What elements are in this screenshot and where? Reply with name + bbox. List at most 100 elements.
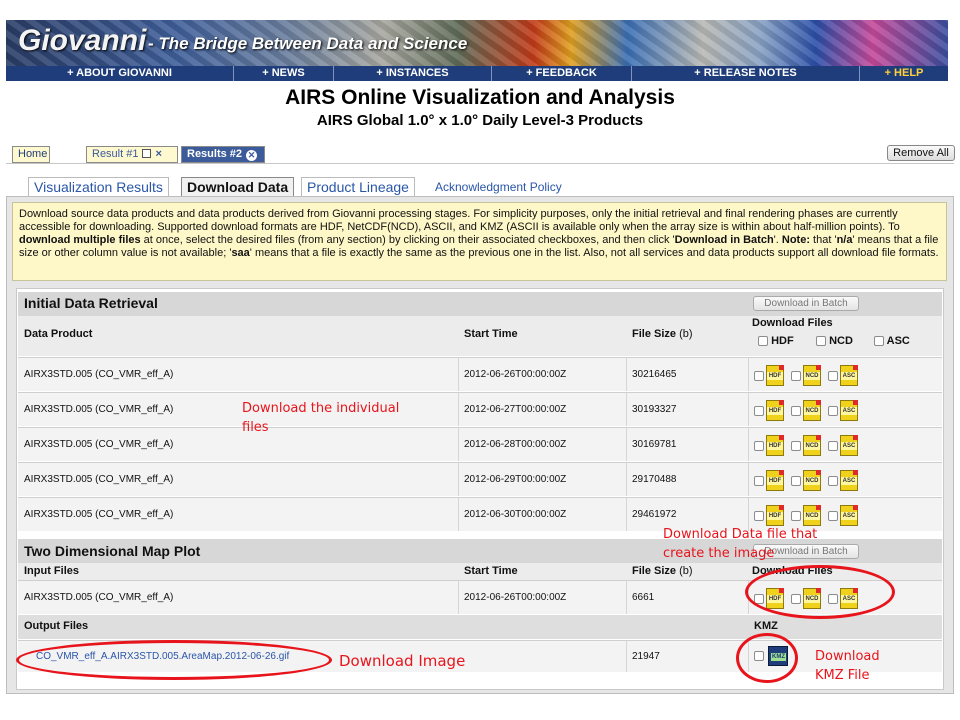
checkbox-ncd[interactable] (791, 510, 801, 521)
highlight-ellipse (736, 633, 798, 683)
checkbox-ncd[interactable] (791, 405, 801, 416)
section-title: Two Dimensional Map Plot (24, 543, 201, 559)
nav-feedback[interactable]: + FEEDBACK (492, 66, 632, 81)
hdf-file-icon[interactable]: HDF (766, 470, 784, 491)
checkbox-asc[interactable] (828, 510, 838, 521)
asc-file-icon[interactable]: ASC (840, 400, 858, 421)
nav-help[interactable]: + HELP (860, 66, 948, 81)
row-file-size: 30169781 (632, 439, 677, 450)
ncd-file-icon[interactable]: NCD (803, 435, 821, 456)
row-download-options: HDF NCD ASC (754, 435, 865, 457)
col-start-time: Start Time (464, 565, 518, 577)
tab-result-2-label: Results #2 (187, 148, 243, 160)
notice-bold: Note: (781, 234, 810, 246)
notice-text: '. (773, 234, 782, 246)
row-product: AIRX3STD.005 (CO_VMR_eff_A) (24, 474, 174, 485)
ncd-label: NCD (829, 335, 853, 347)
row-start-time: 2012-06-27T00:00:00Z (464, 404, 567, 415)
checkbox-asc[interactable] (828, 370, 838, 381)
tab-result-1[interactable]: Result #1 × (86, 146, 178, 163)
tab-download-data[interactable]: Download Data (181, 177, 295, 197)
download-notice: Download source data products and data p… (12, 202, 947, 281)
table-row: AIRX3STD.005 (CO_VMR_eff_A) 2012-06-28T0… (18, 427, 942, 461)
row-start-time: 2012-06-26T00:00:00Z (464, 592, 567, 603)
table-row: AIRX3STD.005 (CO_VMR_eff_A) 2012-06-26T0… (18, 357, 942, 391)
row-product: AIRX3STD.005 (CO_VMR_eff_A) (24, 404, 174, 415)
hdf-file-icon[interactable]: HDF (766, 435, 784, 456)
tab-result-2[interactable]: Results #2 ✕ (181, 146, 265, 163)
highlight-ellipse (16, 640, 332, 680)
select-all-ncd[interactable]: NCD (816, 335, 853, 347)
tab-home[interactable]: Home (12, 146, 50, 163)
section-initial-data-retrieval: Initial Data Retrieval Download in Batch (18, 292, 942, 316)
nav-news[interactable]: + NEWS (234, 66, 334, 81)
close-icon[interactable]: × (155, 148, 161, 160)
link-acknowledgment-policy[interactable]: Acknowledgment Policy (435, 180, 562, 194)
checkbox[interactable] (816, 336, 826, 347)
checkbox-hdf[interactable] (754, 440, 764, 451)
notice-text: Download source data products and data p… (19, 208, 900, 233)
ncd-file-icon[interactable]: NCD (803, 365, 821, 386)
col-file-size-unit: (b) (679, 565, 693, 577)
asc-file-icon[interactable]: ASC (840, 365, 858, 386)
checkbox-hdf[interactable] (754, 475, 764, 486)
remove-all-button[interactable]: Remove All (887, 145, 955, 161)
col-file-size-unit: (b) (679, 328, 693, 340)
close-circle-icon[interactable]: ✕ (246, 150, 258, 161)
tab-home-label: Home (18, 148, 48, 160)
ncd-file-icon[interactable]: NCD (803, 505, 821, 526)
col-output-files: Output Files (24, 620, 89, 632)
checkbox-ncd[interactable] (791, 370, 801, 381)
row-product: AIRX3STD.005 (CO_VMR_eff_A) (24, 439, 174, 450)
annotation-individual-files: Download the individual files (242, 401, 400, 435)
annotation-data-file: Download Data file that create the image (663, 527, 818, 561)
notice-bold: download multiple files (19, 234, 141, 246)
checkbox-hdf[interactable] (754, 510, 764, 521)
checkbox-asc[interactable] (828, 405, 838, 416)
checkbox[interactable] (758, 336, 768, 347)
download-in-batch-button[interactable]: Download in Batch (753, 296, 859, 311)
checkbox-hdf[interactable] (754, 405, 764, 416)
ncd-file-icon[interactable]: NCD (803, 400, 821, 421)
col-file-size-label: File Size (632, 328, 677, 340)
ncd-file-icon[interactable]: NCD (803, 470, 821, 491)
select-all-hdf[interactable]: HDF (758, 335, 794, 347)
row-start-time: 2012-06-30T00:00:00Z (464, 509, 567, 520)
tab-visualization-results[interactable]: Visualization Results (28, 177, 169, 197)
nav-instances[interactable]: + INSTANCES (334, 66, 492, 81)
select-all-asc[interactable]: ASC (874, 335, 910, 347)
row-download-options: HDF NCD ASC (754, 365, 865, 387)
notice-bold: n/a (836, 234, 853, 246)
row-file-size: 6661 (632, 592, 655, 603)
asc-file-icon[interactable]: ASC (840, 470, 858, 491)
checkbox[interactable] (874, 336, 884, 347)
checkbox-ncd[interactable] (791, 475, 801, 486)
checkbox-hdf[interactable] (754, 370, 764, 381)
hdf-file-icon[interactable]: HDF (766, 400, 784, 421)
col-file-size: File Size (b) (632, 328, 693, 340)
nav-about[interactable]: + ABOUT GIOVANNI (6, 66, 234, 81)
page-title: AIRS Online Visualization and Analysis (285, 86, 675, 109)
row-download-options: HDF NCD ASC (754, 505, 865, 527)
row-file-size: 21947 (632, 651, 660, 662)
asc-file-icon[interactable]: ASC (840, 435, 858, 456)
tab-result-1-label: Result #1 (92, 148, 139, 160)
output-files-header: Output Files KMZ (18, 615, 942, 639)
checkbox-ncd[interactable] (791, 440, 801, 451)
checkbox-asc[interactable] (828, 475, 838, 486)
asc-file-icon[interactable]: ASC (840, 505, 858, 526)
nav-release-notes[interactable]: + RELEASE NOTES (632, 66, 860, 81)
tab-product-lineage[interactable]: Product Lineage (301, 177, 415, 197)
highlight-ellipse (745, 565, 895, 619)
notice-text: ' means that a file is exactly the same … (249, 247, 939, 259)
detach-icon[interactable] (142, 149, 152, 158)
hdf-file-icon[interactable]: HDF (766, 505, 784, 526)
table-row: AIRX3STD.005 (CO_VMR_eff_A) 2012-06-27T0… (18, 392, 942, 426)
col-file-size-label: File Size (632, 565, 677, 577)
giovanni-logo: Giovanni (18, 24, 147, 57)
row-file-size: 30216465 (632, 369, 677, 380)
col-kmz: KMZ (754, 620, 778, 632)
hdf-file-icon[interactable]: HDF (766, 365, 784, 386)
checkbox-asc[interactable] (828, 440, 838, 451)
hdf-label: HDF (771, 335, 794, 347)
